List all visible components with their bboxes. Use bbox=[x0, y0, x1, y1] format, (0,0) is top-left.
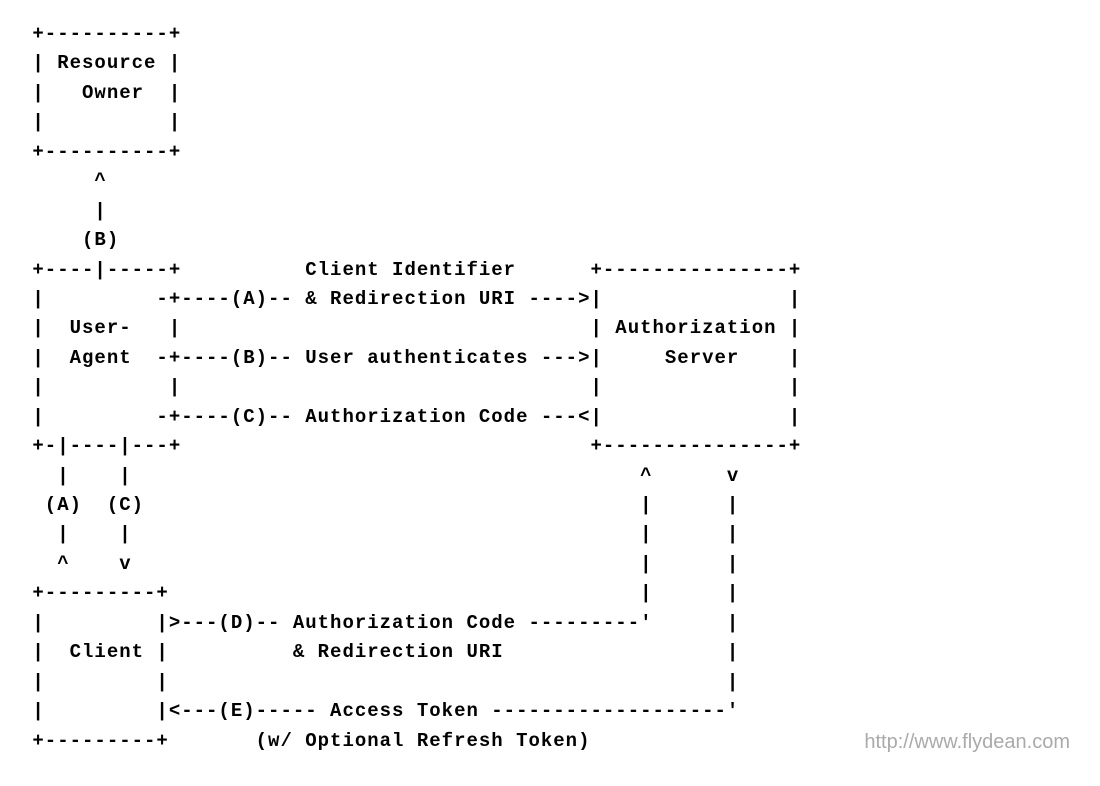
diagram-line: | | | | bbox=[20, 376, 801, 398]
diagram-line: | User- | | Authorization | bbox=[20, 317, 801, 339]
diagram-line: +----|-----+ Client Identifier +--------… bbox=[20, 259, 801, 281]
diagram-line: | | ^ v bbox=[20, 465, 739, 487]
diagram-line: +----------+ bbox=[20, 141, 181, 163]
diagram-line: ^ v | | bbox=[20, 553, 739, 575]
watermark-url: http://www.flydean.com bbox=[864, 731, 1070, 754]
diagram-line: | -+----(A)-- & Redirection URI ---->| | bbox=[20, 288, 801, 310]
diagram-line: | Agent -+----(B)-- User authenticates -… bbox=[20, 347, 801, 369]
diagram-line: +---------+ | | bbox=[20, 582, 739, 604]
diagram-line: ^ bbox=[20, 170, 107, 192]
diagram-line: +----------+ bbox=[20, 23, 181, 45]
diagram-line: | | bbox=[20, 111, 181, 133]
diagram-line: | Resource | bbox=[20, 52, 181, 74]
diagram-line: | Client | & Redirection URI | bbox=[20, 641, 739, 663]
diagram-line: | | | bbox=[20, 671, 739, 693]
oauth-flow-diagram: +----------+ | Resource | | Owner | | | … bbox=[20, 20, 1080, 756]
diagram-line: | |<---(E)----- Access Token -----------… bbox=[20, 700, 739, 722]
diagram-line: +-|----|---+ +---------------+ bbox=[20, 435, 801, 457]
diagram-line: (B) bbox=[20, 229, 119, 251]
diagram-line: | |>---(D)-- Authorization Code --------… bbox=[20, 612, 739, 634]
diagram-line: | Owner | bbox=[20, 82, 181, 104]
diagram-line: | bbox=[20, 200, 107, 222]
diagram-line: (A) (C) | | bbox=[20, 494, 739, 516]
diagram-line: | -+----(C)-- Authorization Code ---<| | bbox=[20, 406, 801, 428]
diagram-line: | | | | bbox=[20, 523, 739, 545]
diagram-line: +---------+ (w/ Optional Refresh Token) bbox=[20, 730, 591, 752]
